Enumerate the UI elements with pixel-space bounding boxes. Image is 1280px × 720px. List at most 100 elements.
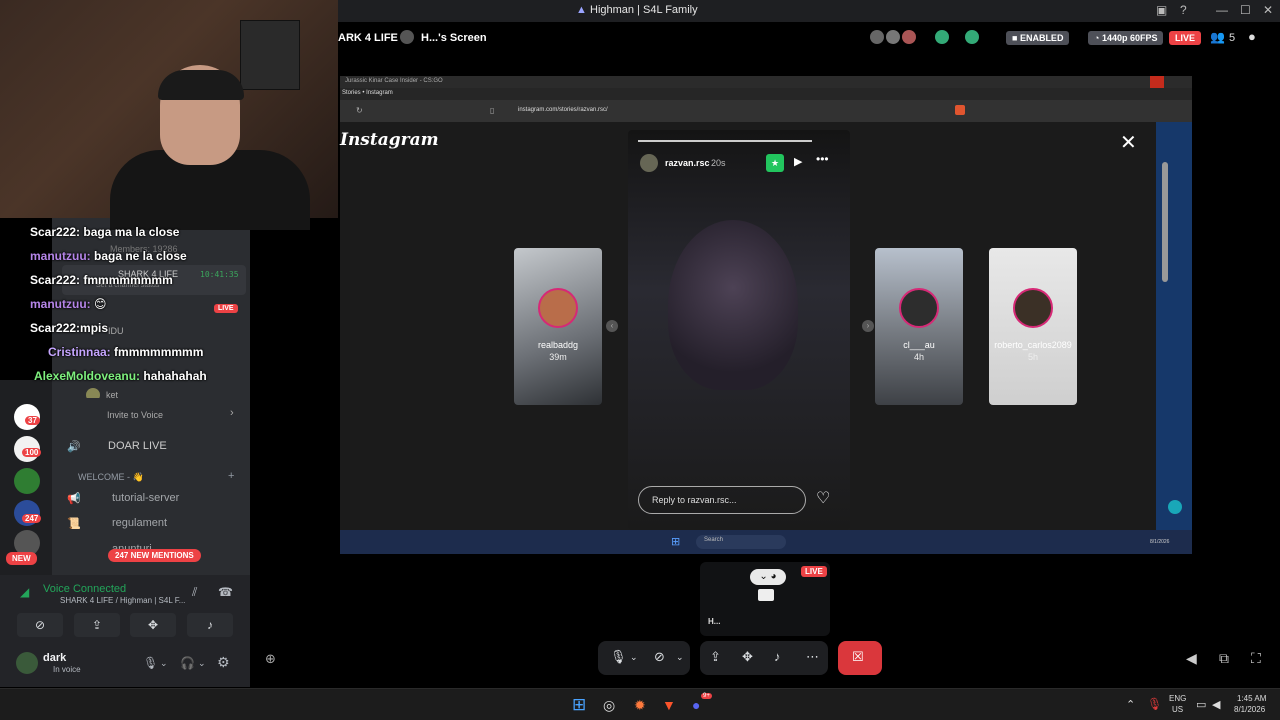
like-heart-icon[interactable]: ♡ <box>816 488 830 508</box>
activities-icon[interactable]: ✥ <box>742 649 753 665</box>
volume-icon[interactable]: ◀ <box>1186 650 1197 667</box>
chevron-down-icon[interactable]: ⌄ <box>198 658 206 669</box>
participant-avatar[interactable] <box>902 30 916 44</box>
category-welcome[interactable]: WELCOME - 👋 <box>78 472 144 483</box>
soundboard-icon[interactable]: ♪ <box>774 649 781 664</box>
screen-icon <box>758 589 774 601</box>
help-icon[interactable]: ? <box>1180 3 1187 17</box>
camera-off-button[interactable]: ⊘ <box>17 613 63 637</box>
participant-avatar[interactable] <box>935 30 949 44</box>
play-icon[interactable]: ▶ <box>794 155 802 168</box>
server-icon[interactable] <box>14 468 40 494</box>
next-story-icon[interactable]: › <box>862 320 874 332</box>
microphone-icon[interactable]: 🎙 <box>610 649 627 665</box>
previous-story-icon[interactable]: ‹ <box>606 320 618 332</box>
close-story-icon[interactable]: ✕ <box>1120 130 1137 155</box>
hide-tile-button[interactable]: ⌄ ◕ <box>750 569 786 585</box>
screen-share-button[interactable]: ⇪ <box>74 613 120 637</box>
more-options-icon[interactable]: ••• <box>816 152 829 166</box>
screen-share-icon[interactable]: ⇪ <box>710 649 721 665</box>
viewers-icon[interactable]: 👥 <box>1210 30 1225 44</box>
tray-volume-icon[interactable]: ◀ <box>1212 698 1220 711</box>
discord-icon[interactable]: ● <box>692 697 700 713</box>
voice-location[interactable]: SHARK 4 LIFE / Highman | S4L F... <box>60 596 185 605</box>
participant-avatar[interactable] <box>886 30 900 44</box>
taskbar-time[interactable]: 1:45 AM <box>1237 694 1266 703</box>
streamer-avatar <box>400 30 414 44</box>
more-options-icon[interactable]: ⋯ <box>806 649 819 665</box>
settings-gear-icon[interactable]: ⚙ <box>217 654 230 671</box>
camera-off-icon[interactable]: ⊘ <box>654 649 665 665</box>
channel-tutorial[interactable]: tutorial-server <box>112 492 179 504</box>
chevron-down-icon[interactable]: ⌄ <box>160 658 168 669</box>
voice-connected-status[interactable]: Voice Connected <box>43 583 126 595</box>
noise-suppression-icon[interactable]: ⫽ <box>192 585 197 600</box>
soundboard-button[interactable]: ♪ <box>187 613 233 637</box>
leave-call-button[interactable]: ☒ <box>838 641 882 675</box>
user-avatar[interactable] <box>16 652 38 674</box>
browser-side-panel <box>1156 122 1192 530</box>
invite-user-icon[interactable]: ⊕ <box>265 651 276 667</box>
new-mentions-pill[interactable]: 247 NEW MENTIONS <box>108 549 201 562</box>
invite-row[interactable]: Invite to Voice › <box>52 398 250 420</box>
browser-tab-active[interactable]: Stories • Instagram <box>342 90 393 96</box>
audio-video-group: 🎙 ⌄ ⊘ ⌄ <box>598 641 690 675</box>
tray-mic-icon[interactable]: 🎙 <box>1147 697 1162 711</box>
app-icon-recorder[interactable]: ◎ <box>603 697 615 714</box>
story-reply-input[interactable]: Reply to razvan.rsc... <box>638 486 806 514</box>
chat-message: manutzuu: baga ne la close <box>0 249 187 263</box>
side-story-card[interactable]: roberto_carlos2089 5h <box>989 248 1077 405</box>
app-icon-sun[interactable]: ✹ <box>634 697 646 714</box>
browser-tab[interactable]: Jurassic Kinar Case Insider - CS:GO <box>345 78 443 84</box>
reply-placeholder: Reply to razvan.rsc... <box>652 495 737 505</box>
side-story-card[interactable]: cl___au 4h <box>875 248 963 405</box>
url-field[interactable]: instagram.com/stories/razvan.rsc/ <box>518 107 608 113</box>
chevron-down-icon[interactable]: ⌄ <box>676 652 684 663</box>
scrollbar-thumb[interactable] <box>1162 162 1168 282</box>
windows-start-icon[interactable]: ⊞ <box>671 535 680 548</box>
channel-doar-live[interactable]: DOAR LIVE <box>108 440 167 452</box>
add-channel-icon[interactable]: + <box>228 470 234 482</box>
close-window-button[interactable]: ✕ <box>1263 3 1273 17</box>
popout-icon[interactable]: ⧉ <box>1219 650 1229 667</box>
browser-close-button[interactable] <box>1150 76 1164 88</box>
maximize-button[interactable]: ☐ <box>1240 3 1251 17</box>
side-story-card[interactable]: realbaddg 39m <box>514 248 602 405</box>
signal-icon[interactable]: ◢ <box>20 585 29 599</box>
bookmark-icon[interactable]: ▯ <box>490 106 494 115</box>
reload-icon[interactable]: ↻ <box>356 106 363 115</box>
chat-bubble-icon[interactable]: ● <box>1248 29 1256 44</box>
chat-text: fmmmmmmmm <box>114 345 204 359</box>
brave-browser-icon[interactable]: ▼ <box>662 697 676 713</box>
participant-tile[interactable]: ⌄ ◕ LIVE H... <box>700 562 830 636</box>
channel-regulament[interactable]: regulament <box>112 517 167 529</box>
windows-search-box[interactable]: Search <box>696 535 786 549</box>
participant-avatar[interactable] <box>965 30 979 44</box>
viewer-count: 5 <box>1229 32 1236 44</box>
fullscreen-icon[interactable]: ⛶ <box>1251 650 1261 667</box>
floating-chat-icon[interactable] <box>1168 500 1182 514</box>
participant-avatar[interactable] <box>870 30 884 44</box>
disconnect-icon[interactable]: ☎ <box>218 585 233 599</box>
instagram-logo[interactable]: Instagram <box>340 130 439 150</box>
activities-button[interactable]: ✥ <box>130 613 176 637</box>
brave-shield-icon[interactable] <box>955 105 965 115</box>
active-story-username[interactable]: razvan.rsc <box>665 158 710 168</box>
tray-chevron-icon[interactable]: ⌃ <box>1126 698 1135 711</box>
shared-windows-taskbar: ⊞ Search 8/1/2026 <box>340 530 1192 554</box>
region-indicator[interactable]: US <box>1172 705 1183 714</box>
language-indicator[interactable]: ENG <box>1169 694 1186 703</box>
window-title: Highman | S4L Family <box>590 4 698 16</box>
headphones-icon[interactable]: 🎧 <box>180 656 195 670</box>
chevron-down-icon[interactable]: ⌄ <box>630 652 638 663</box>
new-badge[interactable]: NEW <box>6 552 37 565</box>
windows-taskbar: ⊞ ◎ ✹ ▼ ● 9+ ⌃ 🎙 ENG US ▭ ◀ 1:45 AM 8/1/… <box>0 688 1280 720</box>
microphone-icon[interactable]: 🎙 <box>143 656 158 670</box>
chat-message: Scar222: fmmmmmmmm <box>0 273 173 287</box>
network-icon[interactable]: ▭ <box>1196 698 1206 711</box>
taskbar-date[interactable]: 8/1/2026 <box>1234 705 1265 714</box>
inbox-icon[interactable]: ▣ <box>1156 3 1167 17</box>
windows-start-icon[interactable]: ⊞ <box>572 695 586 715</box>
minimize-button[interactable]: — <box>1216 3 1228 17</box>
user-name[interactable]: dark <box>43 652 66 664</box>
